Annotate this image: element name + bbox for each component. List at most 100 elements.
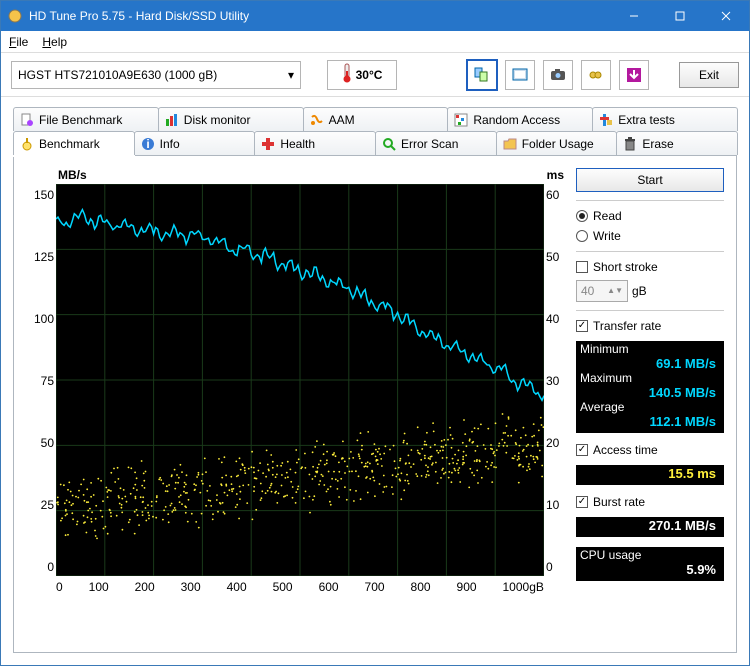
access-time-label: Access time	[593, 443, 658, 457]
write-label: Write	[593, 229, 621, 243]
tab-folder-usage[interactable]: Folder Usage	[496, 131, 618, 155]
exit-button[interactable]: Exit	[679, 62, 739, 88]
access-time-stat: 15.5 ms	[576, 465, 724, 485]
minimize-button[interactable]	[611, 1, 657, 31]
avg-value: 112.1 MB/s	[580, 414, 722, 429]
folder-usage-icon	[503, 137, 517, 151]
disk-monitor-icon	[165, 113, 179, 127]
titlebar[interactable]: HD Tune Pro 5.75 - Hard Disk/SSD Utility	[1, 1, 749, 31]
erase-icon	[623, 137, 637, 151]
tab-erase[interactable]: Erase	[616, 131, 738, 155]
app-icon	[7, 8, 23, 24]
health-icon	[261, 137, 275, 151]
side-controls: Start Read Write Short stroke 40	[576, 168, 724, 640]
short-stroke-unit: gB	[632, 284, 647, 298]
benchmark-panel: MB/s ms 1501251007550250 6050403020100 0…	[13, 155, 737, 653]
drive-select-value: HGST HTS721010A9E630 (1000 gB)	[18, 68, 217, 82]
tab-error-scan[interactable]: Error Scan	[375, 131, 497, 155]
tabs: File BenchmarkDisk monitorAAMRandom Acce…	[13, 107, 737, 155]
tab-health[interactable]: Health	[254, 131, 376, 155]
cpu-usage-stat: CPU usage 5.9%	[576, 547, 724, 581]
menu-file[interactable]: File	[9, 35, 28, 49]
benchmark-icon	[20, 137, 34, 151]
error-scan-icon	[382, 137, 396, 151]
y-left-label: MB/s	[58, 168, 87, 182]
transfer-rate-row[interactable]: Transfer rate	[576, 319, 724, 333]
tab-benchmark[interactable]: Benchmark	[13, 131, 135, 155]
access-time-row[interactable]: Access time	[576, 443, 724, 457]
chart-header: MB/s ms	[26, 168, 566, 184]
close-button[interactable]	[703, 1, 749, 31]
checkbox-access-time[interactable]	[576, 444, 588, 456]
plot-svg	[56, 184, 544, 576]
menubar: File Help	[1, 31, 749, 53]
toolbar-copy-info-button[interactable]	[467, 60, 497, 90]
tab-random-access[interactable]: Random Access	[447, 107, 593, 131]
toolbar-copy-screenshot-button[interactable]	[505, 60, 535, 90]
mode-read-row[interactable]: Read	[576, 209, 724, 223]
tab-row-2: BenchmarkiInfoHealthError ScanFolder Usa…	[13, 131, 737, 155]
access-time-value: 15.5 ms	[580, 466, 722, 481]
burst-rate-stat: 270.1 MB/s	[576, 517, 724, 537]
aam-icon	[310, 113, 324, 127]
start-button[interactable]: Start	[576, 168, 724, 192]
transfer-rate-stats: Minimum 69.1 MB/s Maximum 140.5 MB/s Ave…	[576, 341, 724, 433]
divider	[576, 310, 724, 311]
y-right-ticks: 6050403020100	[546, 188, 566, 574]
window-title: HD Tune Pro 5.75 - Hard Disk/SSD Utility	[29, 9, 611, 23]
chevron-down-icon: ▾	[288, 68, 294, 82]
toolbar: HGST HTS721010A9E630 (1000 gB) ▾ 30°C Ex…	[1, 53, 749, 97]
window-buttons	[611, 1, 749, 31]
short-stroke-row[interactable]: Short stroke	[576, 260, 724, 274]
cpu-usage-label: CPU usage	[580, 548, 722, 562]
checkbox-burst-rate[interactable]	[576, 496, 588, 508]
content-area: File BenchmarkDisk monitorAAMRandom Acce…	[1, 97, 749, 665]
thermometer-icon	[342, 63, 352, 86]
divider	[576, 251, 724, 252]
mode-write-row[interactable]: Write	[576, 229, 724, 243]
app-window: HD Tune Pro 5.75 - Hard Disk/SSD Utility…	[0, 0, 750, 666]
max-label: Maximum	[580, 371, 722, 385]
read-label: Read	[593, 209, 622, 223]
info-icon: i	[141, 137, 155, 151]
min-value: 69.1 MB/s	[580, 356, 722, 371]
extra-tests-icon	[599, 113, 613, 127]
menu-help[interactable]: Help	[42, 35, 67, 49]
drive-select[interactable]: HGST HTS721010A9E630 (1000 gB) ▾	[11, 61, 301, 89]
tab-row-1: File BenchmarkDisk monitorAAMRandom Acce…	[13, 107, 737, 131]
temperature-display: 30°C	[327, 60, 397, 90]
checkbox-transfer-rate[interactable]	[576, 320, 588, 332]
x-axis-ticks: 01002003004005006007008009001000gB	[56, 580, 544, 594]
tab-aam[interactable]: AAM	[303, 107, 449, 131]
svg-text:i: i	[146, 137, 149, 151]
short-stroke-label: Short stroke	[593, 260, 658, 274]
radio-write[interactable]	[576, 230, 588, 242]
plot-area	[56, 184, 544, 576]
y-left-ticks: 1501251007550250	[26, 188, 54, 574]
transfer-rate-label: Transfer rate	[593, 319, 661, 333]
temperature-value: 30°C	[356, 68, 383, 82]
toolbar-screenshot-button[interactable]	[543, 60, 573, 90]
toolbar-options-button[interactable]	[581, 60, 611, 90]
short-stroke-value[interactable]: 40 ▲▼	[576, 280, 628, 302]
tab-file-benchmark[interactable]: File Benchmark	[13, 107, 159, 131]
tab-disk-monitor[interactable]: Disk monitor	[158, 107, 304, 131]
file-benchmark-icon	[20, 113, 34, 127]
min-label: Minimum	[580, 342, 722, 356]
radio-read[interactable]	[576, 210, 588, 222]
random-access-icon	[454, 113, 468, 127]
cpu-usage-value: 5.9%	[580, 562, 722, 577]
benchmark-chart: 1501251007550250 6050403020100 010020030…	[26, 184, 566, 594]
divider	[576, 200, 724, 201]
chart-wrap: MB/s ms 1501251007550250 6050403020100 0…	[26, 168, 566, 640]
toolbar-save-button[interactable]	[619, 60, 649, 90]
maximize-button[interactable]	[657, 1, 703, 31]
burst-rate-row[interactable]: Burst rate	[576, 495, 724, 509]
tab-extra-tests[interactable]: Extra tests	[592, 107, 738, 131]
burst-rate-value: 270.1 MB/s	[580, 518, 722, 533]
spinner-icon[interactable]: ▲▼	[607, 287, 623, 295]
short-stroke-spin: 40 ▲▼ gB	[576, 280, 724, 302]
tab-info[interactable]: iInfo	[134, 131, 256, 155]
checkbox-short-stroke[interactable]	[576, 261, 588, 273]
avg-label: Average	[580, 400, 722, 414]
